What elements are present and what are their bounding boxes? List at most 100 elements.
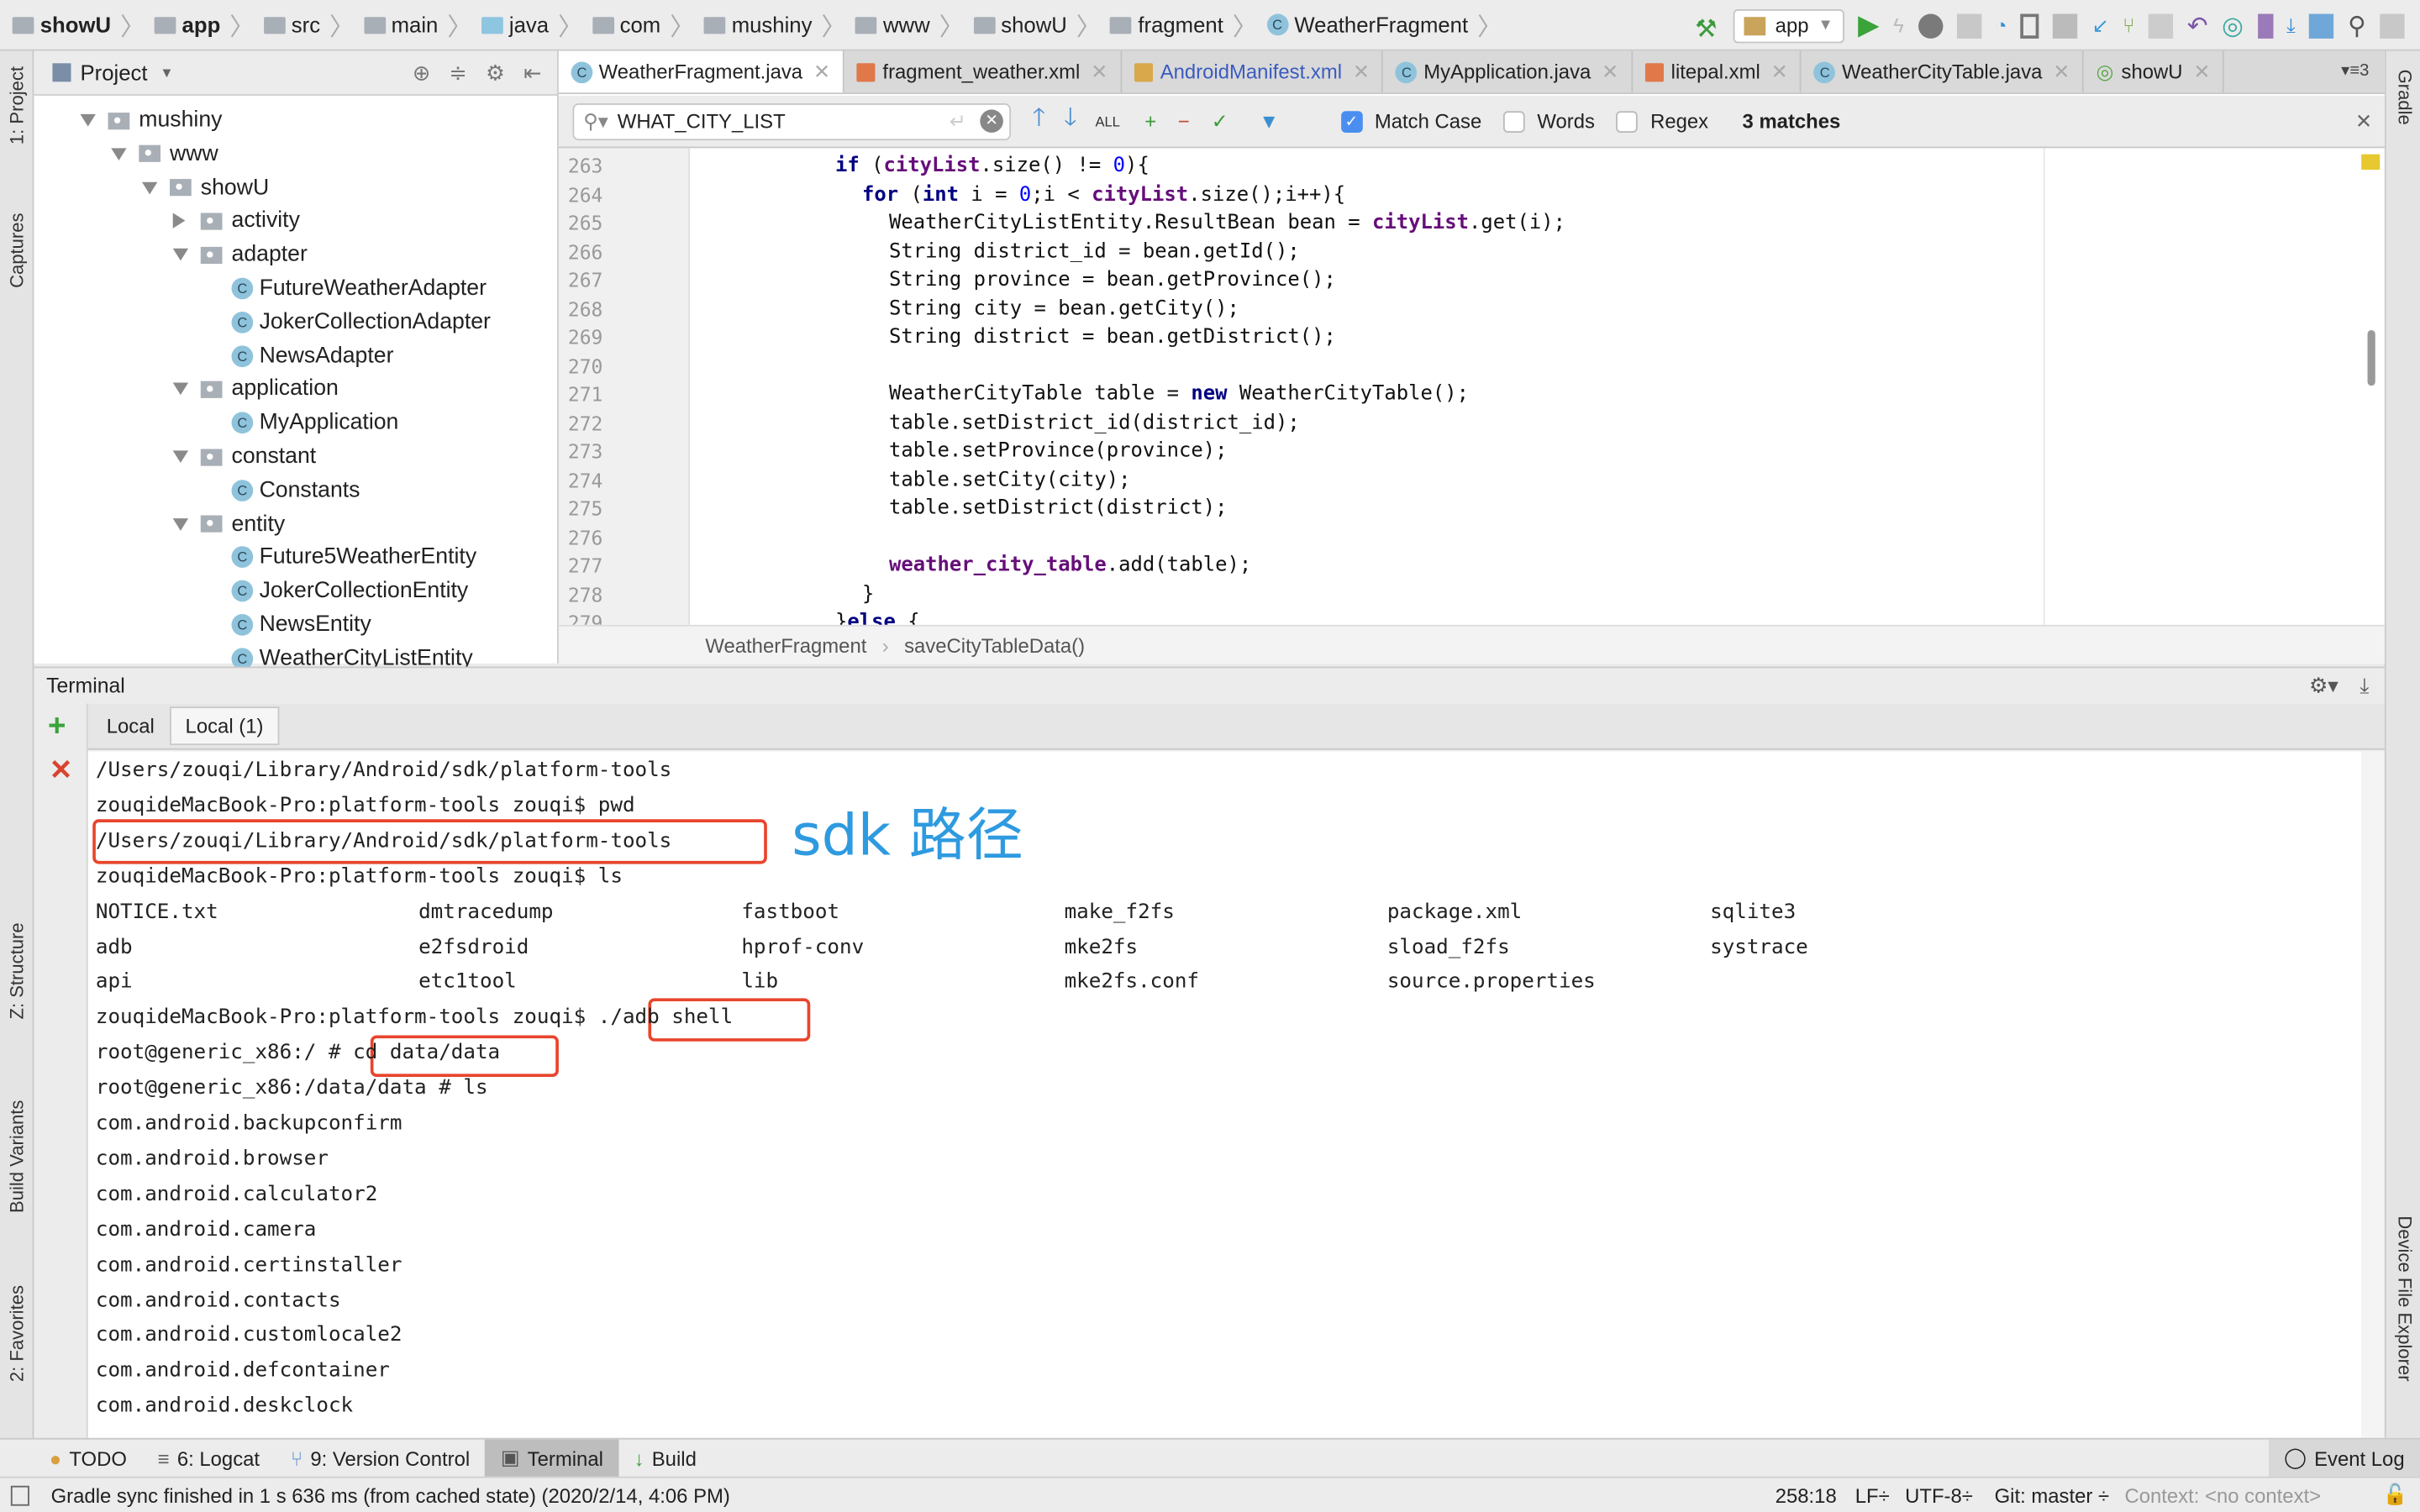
terminal-output[interactable]: sdk 路径 /Users/zouqi/Library/Android/sdk/… xyxy=(87,751,2362,1438)
tab-fragment-weather-xml[interactable]: fragment_weather.xml ✕ xyxy=(844,50,1122,93)
tool-9-version-control[interactable]: ⑂ 9: Version Control xyxy=(275,1439,485,1478)
sdk-manager-icon[interactable]: ⤓ xyxy=(2286,13,2296,38)
search-input[interactable]: ⚲▾ WHAT_CITY_LIST ↵ ✕ xyxy=(572,102,1012,140)
hide-panel-icon[interactable]: ⇤ xyxy=(523,60,542,86)
project-view-dropdown[interactable]: Project xyxy=(81,60,148,85)
filter-icon[interactable]: ▼ xyxy=(1259,109,1279,133)
breadcrumb-item[interactable]: java 〉 xyxy=(481,6,583,43)
breadcrumb-item[interactable]: mushiny 〉 xyxy=(703,6,846,43)
breadcrumb-item[interactable]: fragment 〉 xyxy=(1110,6,1257,43)
regex-checkbox[interactable]: Regex xyxy=(1616,109,1708,133)
breadcrumb-item[interactable]: C WeatherFragment 〉 xyxy=(1266,6,1502,43)
select-all-occurrences-icon[interactable]: ALL xyxy=(1095,113,1119,129)
vcs-update-icon[interactable]: ↙ xyxy=(2092,13,2109,38)
terminal-tab-local-1[interactable]: Local (1) xyxy=(170,706,279,746)
tool-build[interactable]: ↓ Build xyxy=(618,1439,712,1478)
close-tab-icon[interactable]: ✕ xyxy=(1091,60,1107,84)
favorites-tool-button[interactable]: 2: Favorites xyxy=(6,1285,28,1382)
tab-weatherfragment-java[interactable]: C WeatherFragment.java ✕ xyxy=(558,50,844,93)
vcs-commit-icon[interactable]: ⑂ xyxy=(2123,14,2134,38)
add-selection-icon[interactable]: + xyxy=(1144,109,1156,133)
chevron-down-icon[interactable]: ▼ xyxy=(160,65,173,80)
tree-item-futureweatheradapter[interactable]: C FutureWeatherAdapter xyxy=(231,271,487,305)
line-separator[interactable]: LF÷ xyxy=(1855,1483,1890,1507)
tool-todo[interactable]: ● TODO xyxy=(34,1439,142,1478)
caret-position[interactable]: 258:18 xyxy=(1776,1483,1837,1507)
status-message[interactable]: Gradle sync finished in 1 s 636 ms (from… xyxy=(51,1483,730,1507)
revert-icon[interactable]: ↶ xyxy=(2187,10,2208,41)
terminal-scrollbar[interactable] xyxy=(2361,751,2385,1438)
avd-manager-icon[interactable] xyxy=(2257,13,2273,38)
expand-arrow-icon[interactable] xyxy=(172,383,189,396)
close-tab-icon[interactable]: ✕ xyxy=(813,60,830,84)
lock-icon[interactable]: 🔓 xyxy=(2383,1483,2408,1507)
tree-item-adapter[interactable]: adapter xyxy=(172,238,308,271)
match-case-checkbox[interactable]: ✓ Match Case xyxy=(1340,109,1481,133)
tree-item-activity[interactable]: activity xyxy=(172,204,300,238)
captures-tool-button[interactable]: Captures xyxy=(6,213,28,287)
newline-icon[interactable]: ↵ xyxy=(950,108,966,133)
close-icon[interactable]: ✕ xyxy=(2355,108,2372,133)
project-tool-button[interactable]: 1: Project xyxy=(6,66,28,144)
build-variants-tool-button[interactable]: Build Variants xyxy=(6,1100,28,1213)
apply-changes-icon[interactable]: ϟ xyxy=(1893,14,1904,38)
coverage-icon[interactable] xyxy=(1956,13,1981,38)
profiler-icon[interactable]: ◔ xyxy=(1995,14,2007,38)
breadcrumb-item[interactable]: app 〉 xyxy=(154,6,255,43)
gradle-tool-button[interactable]: Gradle xyxy=(2394,70,2416,125)
gear-icon[interactable]: ⚙▾ xyxy=(2309,674,2338,698)
breadcrumb-item[interactable]: main 〉 xyxy=(363,6,472,43)
scrollbar-thumb[interactable] xyxy=(2367,330,2375,386)
code-area[interactable]: 263 if (cityList.size() != 0){264 for (int… xyxy=(558,148,2385,625)
expand-arrow-icon[interactable] xyxy=(172,249,189,261)
scroll-from-source-icon[interactable]: ⊕ xyxy=(413,60,431,86)
tree-item-application[interactable]: application xyxy=(172,372,339,406)
breadcrumb-item[interactable]: www 〉 xyxy=(855,6,964,43)
collapse-arrow-icon[interactable] xyxy=(172,213,186,229)
tree-item-constant[interactable]: constant xyxy=(172,439,316,473)
event-log-button[interactable]: ◯ Event Log xyxy=(2268,1438,2420,1478)
user-icon[interactable] xyxy=(2380,13,2405,38)
tree-item-entity[interactable]: entity xyxy=(172,507,285,541)
tree-item-showu[interactable]: showU xyxy=(141,171,269,204)
toggle-selection-icon[interactable]: ✓ xyxy=(1212,108,1228,133)
search-icon[interactable]: ⚲ xyxy=(2348,10,2366,41)
terminal-tab-local[interactable]: Local xyxy=(91,706,170,745)
stop-icon[interactable] xyxy=(2053,13,2079,38)
context-indicator[interactable]: Context: <no context> xyxy=(2124,1483,2321,1507)
tree-item-jokercollectionadapter[interactable]: C JokerCollectionAdapter xyxy=(231,305,491,339)
tree-item-jokercollectionentity[interactable]: C JokerCollectionEntity xyxy=(231,575,468,608)
expand-arrow-icon[interactable] xyxy=(80,113,96,127)
toggle-tool-windows-icon[interactable] xyxy=(10,1484,29,1505)
expand-arrow-icon[interactable] xyxy=(111,147,127,160)
remove-selection-icon[interactable]: − xyxy=(1178,109,1190,133)
hide-icon[interactable]: ⤓ xyxy=(2360,674,2369,698)
git-branch[interactable]: Git: master ÷ xyxy=(1995,1483,2109,1507)
tree-item-www[interactable]: www xyxy=(111,137,218,171)
new-session-icon[interactable]: + xyxy=(48,710,66,745)
expand-arrow-icon[interactable] xyxy=(172,450,189,464)
expand-arrow-icon[interactable] xyxy=(172,517,189,531)
close-session-icon[interactable]: ✕ xyxy=(50,754,73,787)
gradle-sync-icon[interactable]: ◎ xyxy=(2222,10,2244,41)
build-hammer-icon[interactable]: ⚒ xyxy=(1695,13,1719,42)
tool-6-logcat[interactable]: ≡ 6: Logcat xyxy=(142,1439,275,1478)
clear-search-icon[interactable]: ✕ xyxy=(980,109,1003,133)
tree-item-constants[interactable]: C Constants xyxy=(231,474,360,507)
close-tab-icon[interactable]: ✕ xyxy=(2193,60,2210,84)
close-tab-icon[interactable]: ✕ xyxy=(1353,60,1370,84)
tool-terminal[interactable]: ▣ Terminal xyxy=(485,1438,619,1478)
tree-item-future5weatherentity[interactable]: C Future5WeatherEntity xyxy=(231,541,476,575)
breadcrumb-item[interactable]: src 〉 xyxy=(263,6,355,43)
search-icon[interactable]: ⚲▾ xyxy=(583,108,608,133)
close-tab-icon[interactable]: ✕ xyxy=(1771,60,1788,84)
close-tab-icon[interactable]: ✕ xyxy=(1602,60,1618,84)
previous-match-icon[interactable]: 🡑 xyxy=(1033,100,1045,142)
file-encoding[interactable]: UTF-8÷ xyxy=(1905,1483,1973,1507)
vcs-history-icon[interactable] xyxy=(2149,13,2174,38)
tab-litepal-xml[interactable]: litepal.xml ✕ xyxy=(1633,50,1802,93)
next-match-icon[interactable]: 🡓 xyxy=(1064,100,1076,142)
expand-arrow-icon[interactable] xyxy=(141,181,158,194)
tab-weathercitytable-java[interactable]: C WeatherCityTable.java ✕ xyxy=(1802,50,2084,93)
breadcrumb-item[interactable]: showU 〉 xyxy=(973,6,1101,43)
